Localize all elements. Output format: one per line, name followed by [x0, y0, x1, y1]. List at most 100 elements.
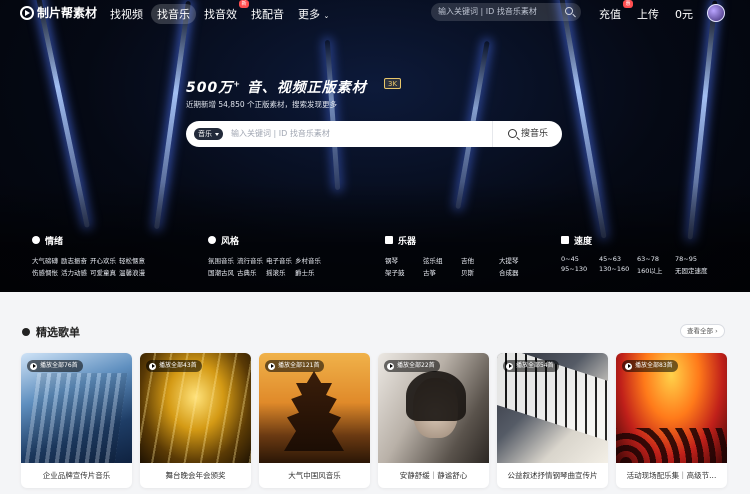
category-tag[interactable]: 钢琴	[385, 255, 423, 265]
play-all-label: 播放全部121首	[278, 362, 320, 369]
category-tag[interactable]: 国潮古风	[208, 267, 237, 277]
balance-label: 0元	[675, 8, 693, 21]
category-tag[interactable]: 活力动感	[61, 267, 90, 277]
category-tag[interactable]: 弦乐组	[423, 255, 461, 265]
main-search-bar[interactable]: 音乐 输入关键词 | ID 找音乐素材 搜音乐	[186, 121, 562, 147]
nav-more[interactable]: 更多 ⌄	[292, 4, 335, 24]
section-title: 精选歌单	[22, 324, 80, 340]
category-tag[interactable]: 爵士乐	[295, 267, 324, 277]
play-all-button[interactable]: 播放全部121首	[265, 360, 325, 372]
vinyl-icon	[22, 328, 30, 336]
nav-find-video[interactable]: 找视频	[104, 4, 149, 24]
playlist-title: 企业品牌宣传片音乐	[42, 471, 111, 480]
category-tag[interactable]: 160以上	[637, 265, 675, 275]
category-tag[interactable]: 摇滚乐	[266, 267, 295, 277]
play-all-label: 播放全部43首	[159, 362, 197, 369]
instrument-icon	[385, 236, 393, 244]
playlist-card[interactable]: 播放全部83首 活动现场配乐集｜高级节...	[616, 353, 727, 488]
hot-badge-icon: 惠	[623, 0, 633, 8]
playlist-card[interactable]: 播放全部22首 安静舒缓｜静谧舒心	[378, 353, 489, 488]
nav-search-input[interactable]: 输入关键词 | ID 找音乐素材	[431, 3, 581, 21]
hero-title-text: 音、视频正版素材	[246, 80, 367, 96]
category-title: 速度	[574, 236, 593, 247]
play-all-label: 播放全部22首	[397, 362, 435, 369]
play-all-button[interactable]: 播放全部76首	[27, 360, 83, 372]
category-tag[interactable]: 大提琴	[499, 255, 537, 265]
avatar[interactable]	[707, 4, 725, 22]
hero-title: 500万+ 音、视频正版素材	[186, 77, 367, 97]
playlist-title: 公益叙述抒情钢琴曲宣传片	[507, 471, 598, 480]
balance-link[interactable]: 0元	[669, 4, 699, 24]
category-tag[interactable]: 78~95	[675, 255, 713, 263]
category-style: 风格 氛围音乐 流行音乐 电子音乐 乡村音乐 国潮古风 古典乐 摇滚乐 爵士乐	[208, 234, 324, 277]
category-tag[interactable]: 45~63	[599, 255, 637, 263]
playlist-cover: 播放全部121首	[259, 353, 370, 463]
playlist-card[interactable]: 播放全部54首 公益叙述抒情钢琴曲宣传片	[497, 353, 608, 488]
chevron-down-icon: ⌄	[323, 12, 330, 20]
nav-find-voice[interactable]: 找配音	[245, 4, 290, 24]
category-tag[interactable]: 氛围音乐	[208, 255, 237, 265]
hero-banner: 制片帮素材 找视频 找音乐 找音效 新 找配音 更多 ⌄ 输入关键词 | ID …	[0, 0, 750, 292]
playlist-title: 活动现场配乐集｜高级节...	[626, 471, 717, 480]
nav-label: 找配音	[251, 8, 284, 21]
play-icon	[506, 362, 513, 370]
main-search-input[interactable]: 输入关键词 | ID 找音乐素材	[231, 128, 330, 139]
section-title-text: 精选歌单	[36, 326, 80, 339]
playlist-cover: 播放全部22首	[378, 353, 489, 463]
hero-title-plus: +	[233, 79, 241, 89]
playlist-card[interactable]: 播放全部76首 企业品牌宣传片音乐	[21, 353, 132, 488]
category-instrument: 乐器 钢琴 弦乐组 吉他 大提琴 架子鼓 古筝 贝斯 合成器	[385, 234, 537, 277]
playlist-card[interactable]: 播放全部121首 大气中国风音乐	[259, 353, 370, 488]
category-tag[interactable]: 贝斯	[461, 267, 499, 277]
category-tag[interactable]: 可爱童真	[90, 267, 119, 277]
search-category-select[interactable]: 音乐	[194, 128, 223, 140]
category-tag[interactable]: 130~160	[599, 265, 637, 275]
category-tag[interactable]: 吉他	[461, 255, 499, 265]
play-icon	[625, 362, 632, 370]
category-tag[interactable]: 大气磅礴	[32, 255, 61, 265]
upload-button[interactable]: 上传	[631, 4, 665, 24]
category-tag[interactable]: 古筝	[423, 267, 461, 277]
play-all-label: 播放全部54首	[516, 362, 554, 369]
category-tag[interactable]: 63~78	[637, 255, 675, 263]
brand-logo[interactable]: 制片帮素材	[20, 4, 97, 21]
category-tag[interactable]: 电子音乐	[266, 255, 295, 265]
category-tag[interactable]: 合成器	[499, 267, 537, 277]
nav-label: 找视频	[110, 8, 143, 21]
category-tag[interactable]: 架子鼓	[385, 267, 423, 277]
category-mood: 情绪 大气磅礴 励志振奋 开心欢乐 轻松惬意 伤感惆怅 活力动感 可爱童真 温馨…	[32, 234, 148, 277]
mood-icon	[32, 236, 40, 244]
category-tag[interactable]: 伤感惆怅	[32, 267, 61, 277]
play-all-button[interactable]: 播放全部43首	[146, 360, 202, 372]
category-tag[interactable]: 95~130	[561, 265, 599, 275]
hero-title-number: 500万	[186, 80, 234, 96]
category-tag[interactable]: 轻松惬意	[119, 255, 148, 265]
category-tag[interactable]: 乡村音乐	[295, 255, 324, 265]
playlist-cover: 播放全部76首	[21, 353, 132, 463]
play-all-button[interactable]: 播放全部83首	[622, 360, 678, 372]
play-icon	[268, 362, 275, 370]
search-music-button[interactable]: 搜音乐	[492, 121, 562, 147]
nav-find-music[interactable]: 找音乐	[151, 4, 196, 24]
category-tag[interactable]: 流行音乐	[237, 255, 266, 265]
play-all-button[interactable]: 播放全部54首	[503, 360, 559, 372]
nav-find-sfx[interactable]: 找音效 新	[198, 0, 249, 24]
category-tag[interactable]: 励志振奋	[61, 255, 90, 265]
category-tag[interactable]: 温馨浪漫	[119, 267, 148, 277]
search-button-label: 搜音乐	[521, 129, 549, 139]
category-tag[interactable]: 开心欢乐	[90, 255, 119, 265]
search-icon[interactable]	[565, 7, 573, 15]
light-beam	[324, 40, 341, 190]
play-all-label: 播放全部76首	[40, 362, 78, 369]
playlist-card[interactable]: 播放全部43首 舞台晚会年会颁奖	[140, 353, 251, 488]
see-all-link[interactable]: 查看全部 ›	[680, 324, 725, 338]
category-tag[interactable]: 无固定速度	[675, 265, 713, 275]
recharge-label: 充值	[599, 8, 621, 21]
recharge-button[interactable]: 充值 惠	[593, 0, 633, 24]
play-all-button[interactable]: 播放全部22首	[384, 360, 440, 372]
nav-label: 找音效	[204, 8, 237, 21]
quality-tag: 3K	[384, 78, 402, 89]
category-tag[interactable]: 古典乐	[237, 267, 266, 277]
category-tag[interactable]: 0~45	[561, 255, 599, 263]
tempo-icon	[561, 236, 569, 244]
